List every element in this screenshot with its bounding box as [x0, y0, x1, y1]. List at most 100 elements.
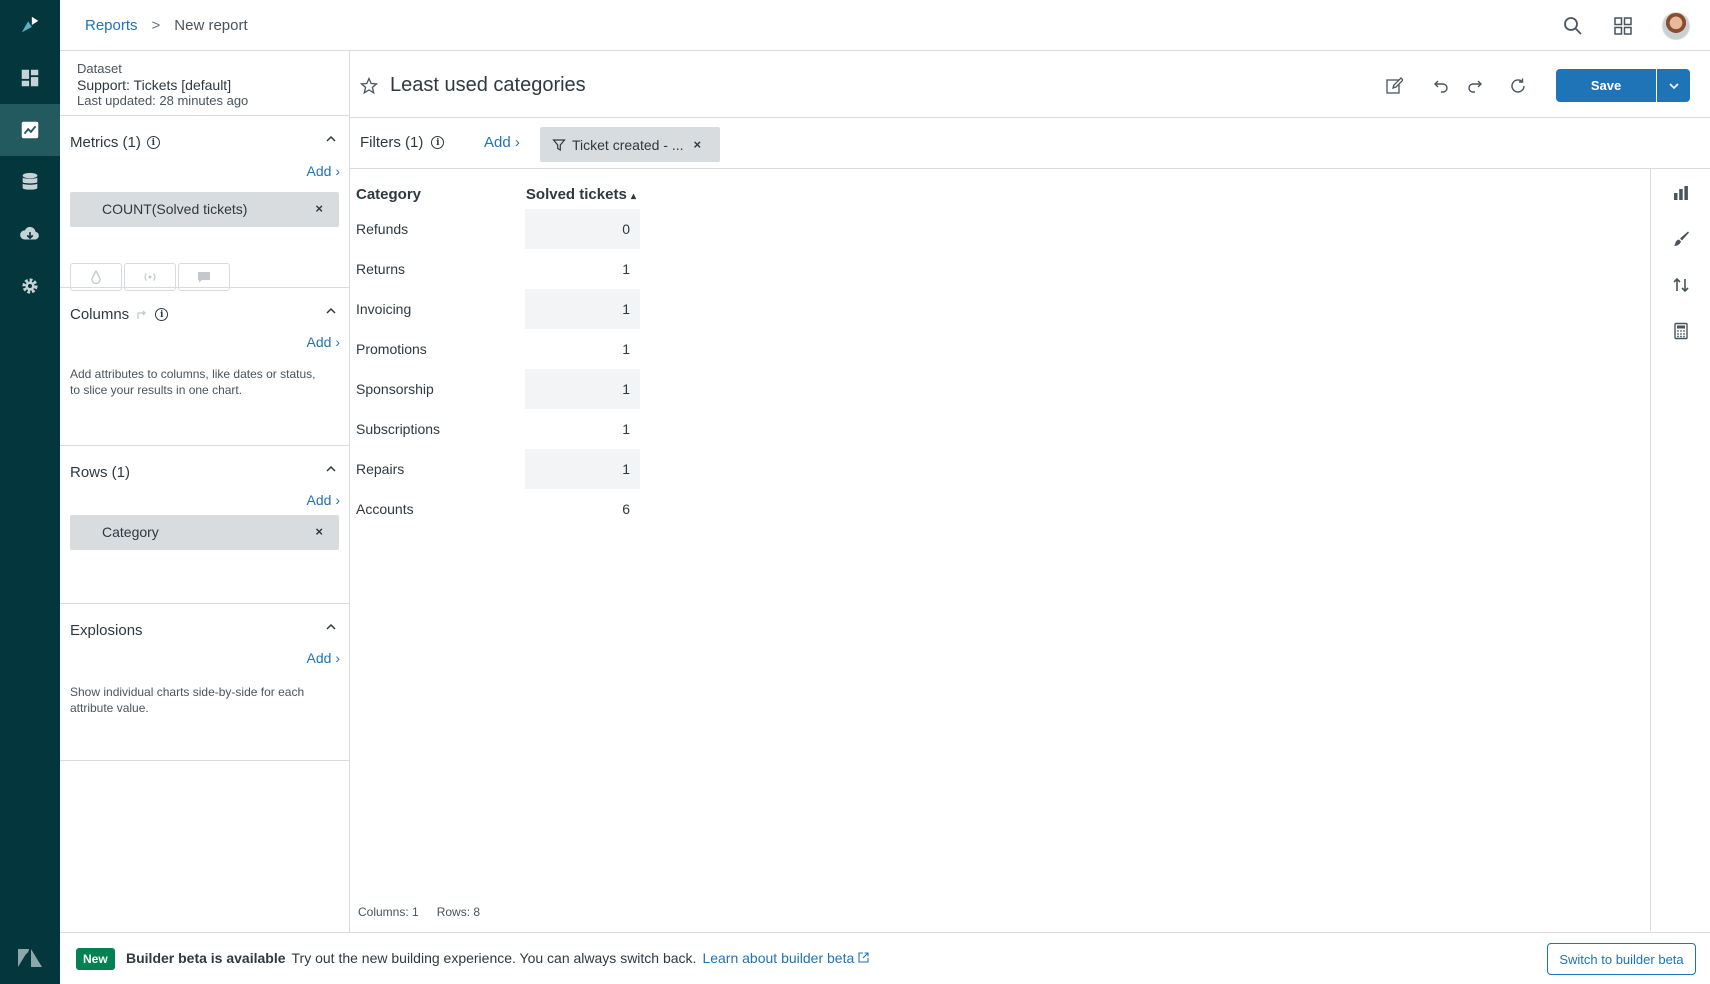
columns-title: Columns	[70, 306, 130, 323]
chevron-up-icon[interactable]	[324, 462, 338, 476]
columns-title-wrap: Columns i	[70, 306, 169, 323]
save-options-button[interactable]	[1657, 69, 1690, 102]
nav-download[interactable]	[0, 208, 60, 260]
nav-settings[interactable]	[0, 260, 60, 312]
config-panel: Dataset Support: Tickets [default] Last …	[60, 51, 350, 932]
columns-section: Columns i Add › Add attributes to column…	[60, 287, 350, 445]
paintbrush-icon	[1674, 231, 1689, 246]
chart-type-button[interactable]	[1669, 181, 1693, 205]
stats-columns: Columns: 1	[358, 905, 419, 919]
columns-hint: Add attributes to columns, like dates or…	[70, 367, 316, 397]
breadcrumb-separator: >	[151, 17, 161, 34]
learn-builder-beta-label: Learn about builder beta	[702, 950, 855, 966]
comment-icon	[198, 272, 210, 283]
app-root: Reports > New report Dataset Support: Ti…	[0, 0, 1710, 984]
row-value: 1	[525, 289, 640, 329]
rows-title-wrap: Rows (1)	[70, 464, 130, 481]
remove-metric-button[interactable]: ×	[315, 201, 323, 216]
zendesk-logo[interactable]	[0, 932, 60, 984]
rows-title: Rows (1)	[70, 464, 131, 481]
info-icon[interactable]: i	[146, 136, 160, 149]
explosions-title: Explosions	[70, 622, 143, 639]
row-category: Promotions	[356, 341, 427, 357]
calculations-button[interactable]	[1669, 319, 1693, 343]
row-value: 0	[525, 209, 640, 249]
column-header-solved-tickets[interactable]: Solved tickets ▴	[525, 179, 640, 209]
dataset-icon	[22, 172, 38, 190]
metric-pill-label: COUNT(Solved tickets)	[102, 201, 248, 217]
row-category: Subscriptions	[356, 421, 441, 437]
explosions-section: Explosions Add › Show individual charts …	[60, 603, 350, 761]
stats-rows: Rows: 8	[436, 905, 481, 919]
chevron-up-icon[interactable]	[324, 304, 338, 318]
chevron-up-icon[interactable]	[324, 132, 338, 146]
zendesk-icon	[18, 949, 42, 967]
breadcrumb: Reports > New report	[85, 17, 248, 34]
column-header-category[interactable]: Category	[356, 179, 525, 209]
remove-filter-button[interactable]: ×	[694, 137, 702, 152]
search-button[interactable]	[1560, 13, 1586, 39]
settings-icon	[22, 278, 38, 294]
column-header-solved-label: Solved tickets	[525, 185, 627, 203]
metric-pill[interactable]: COUNT(Solved tickets) ×	[70, 192, 339, 227]
row-value: 1	[622, 341, 630, 357]
nav-datasets[interactable]	[0, 156, 60, 208]
table-row: Promotions 1	[356, 329, 640, 369]
banner-headline: Builder beta is available	[126, 950, 286, 966]
swap-icon[interactable]	[135, 308, 149, 322]
download-icon	[20, 226, 39, 240]
search-icon	[1564, 17, 1582, 35]
reports-icon	[21, 121, 39, 139]
table-row: Invoicing 1	[356, 289, 640, 329]
undo-button[interactable]	[1429, 75, 1451, 97]
metrics-add-button[interactable]: Add ›	[307, 163, 340, 179]
row-value: 1	[525, 449, 640, 489]
chart-config-button[interactable]	[1669, 227, 1693, 251]
chevron-up-icon[interactable]	[324, 620, 338, 634]
product-logo[interactable]	[0, 0, 60, 50]
filters-title-wrap: Filters (1) i	[360, 134, 445, 151]
table-row: Subscriptions 1	[356, 409, 640, 449]
star-icon[interactable]	[360, 77, 378, 95]
table-row: Sponsorship 1	[356, 369, 640, 409]
remove-row-button[interactable]: ×	[315, 524, 323, 539]
row-category: Accounts	[356, 501, 414, 517]
new-badge: New	[76, 948, 115, 970]
switch-builder-beta-button[interactable]: Switch to builder beta	[1547, 943, 1696, 975]
explosions-add-button[interactable]: Add ›	[307, 650, 340, 666]
info-icon[interactable]: i	[431, 136, 445, 149]
nav-reports[interactable]	[0, 104, 60, 156]
refresh-button[interactable]	[1507, 75, 1529, 97]
chevron-down-icon	[1668, 82, 1679, 89]
row-category: Refunds	[356, 221, 409, 237]
columns-add-button[interactable]: Add ›	[307, 334, 340, 350]
redo-button[interactable]	[1465, 75, 1487, 97]
product-tray-button[interactable]	[1610, 13, 1636, 39]
rows-add-button[interactable]: Add ›	[307, 492, 340, 508]
row-pill[interactable]: Category ×	[70, 515, 339, 550]
nav-dashboards[interactable]	[0, 52, 60, 104]
table-row: Returns 1	[356, 249, 640, 289]
row-value: 6	[622, 501, 630, 517]
dataset-name[interactable]: Support: Tickets [default]	[77, 77, 248, 93]
sort-icon	[1673, 277, 1689, 293]
filter-bar: Filters (1) i Add › Ticket created - ...…	[350, 118, 1710, 169]
external-link-icon	[858, 952, 869, 963]
builder-beta-banner: New Builder beta is available Try out th…	[60, 932, 1710, 984]
learn-builder-beta-link[interactable]: Learn about builder beta	[702, 950, 869, 966]
info-icon[interactable]: i	[155, 308, 169, 321]
broadcast-icon	[144, 273, 156, 281]
sort-results-button[interactable]	[1669, 273, 1693, 297]
edit-button[interactable]	[1383, 75, 1405, 97]
explosions-hint: Show individual charts side-by-side for …	[70, 685, 305, 715]
app-grid-icon	[1614, 17, 1632, 35]
filters-add-button[interactable]: Add ›	[484, 134, 520, 151]
filter-pill[interactable]: Ticket created - ... ×	[540, 127, 720, 162]
filter-pill-label: Ticket created - ...	[572, 136, 684, 153]
save-button[interactable]: Save	[1556, 69, 1656, 102]
user-avatar[interactable]	[1662, 12, 1690, 40]
report-title[interactable]: Least used categories	[390, 74, 586, 97]
refresh-icon	[1511, 78, 1525, 93]
breadcrumb-reports-link[interactable]: Reports	[85, 17, 138, 34]
row-category: Sponsorship	[356, 381, 434, 397]
